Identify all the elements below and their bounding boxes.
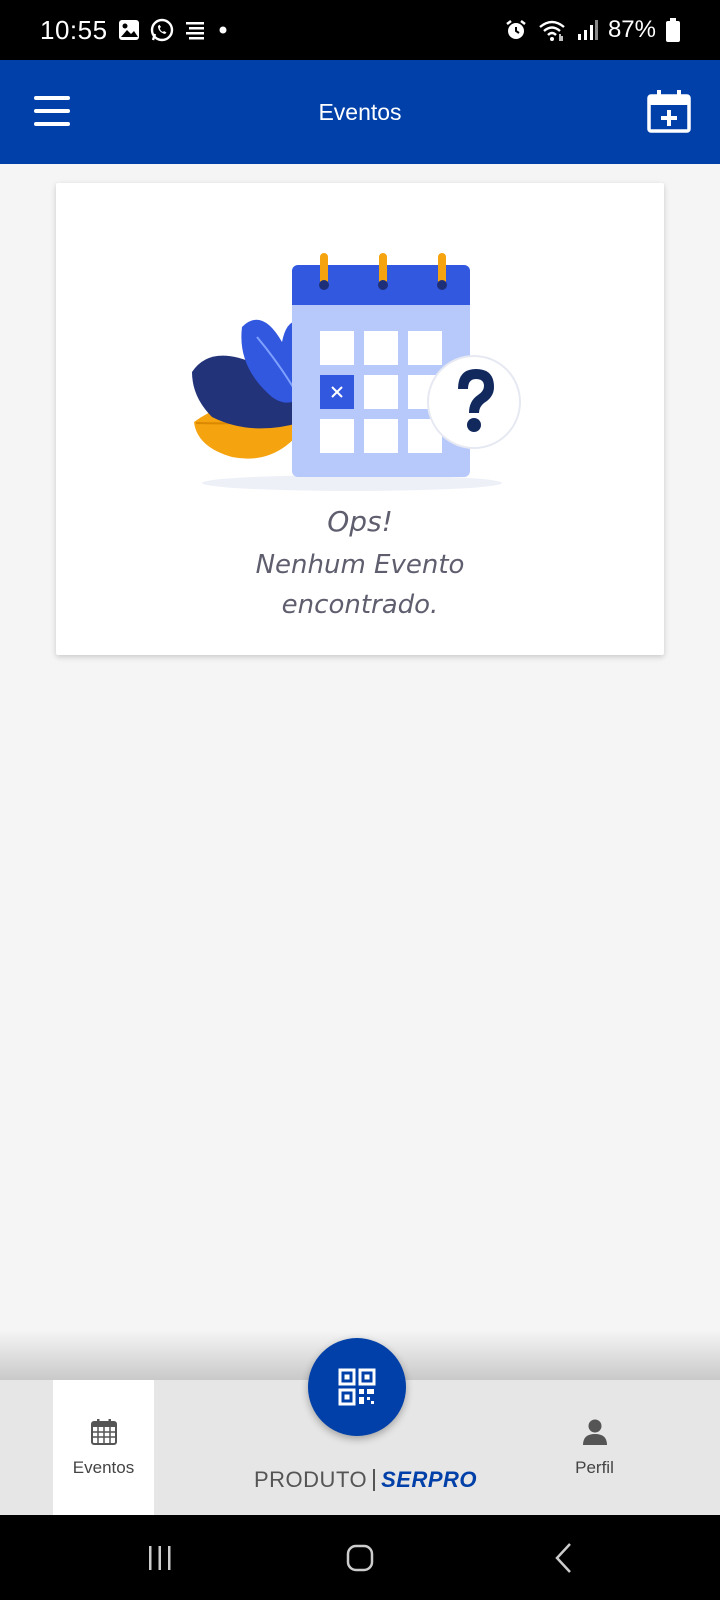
calendar-add-icon — [647, 90, 691, 133]
status-right: 87% — [504, 16, 680, 44]
empty-state-line1: Nenhum Evento — [255, 550, 465, 580]
calendar-question-illustration — [192, 253, 521, 491]
status-time: 10:55 — [40, 14, 108, 45]
dot-icon — [216, 23, 230, 37]
battery-icon — [666, 18, 680, 42]
empty-state-message: Nenhum Evento encontrado. — [56, 545, 664, 625]
brand-product: PRODUTO — [254, 1467, 368, 1492]
nav-label-perfil: Perfil — [575, 1457, 614, 1477]
add-event-button[interactable] — [646, 88, 692, 134]
page-title: Eventos — [318, 98, 402, 125]
brand-logo: PRODUTO SERPRO — [254, 1467, 477, 1493]
app-bar: Eventos — [0, 60, 720, 164]
home-icon — [346, 1544, 374, 1571]
status-bar: 10:55 87% — [0, 0, 720, 60]
empty-state-title: Ops! — [327, 505, 393, 538]
menu-button[interactable] — [34, 96, 70, 126]
back-icon — [555, 1542, 571, 1573]
gallery-icon — [118, 19, 140, 41]
person-icon — [582, 1419, 607, 1445]
battery-percentage: 87% — [607, 16, 656, 43]
brand-serpro: SERPRO — [381, 1467, 478, 1492]
recent-apps-icon — [149, 1545, 171, 1570]
whatsapp-icon — [150, 18, 174, 42]
signal-icon — [576, 19, 598, 41]
wifi-icon — [538, 18, 566, 42]
brand-separator — [373, 1469, 376, 1491]
notes-icon — [184, 19, 206, 41]
qr-code-button[interactable] — [308, 1338, 406, 1436]
nav-label-eventos: Eventos — [72, 1457, 135, 1477]
empty-state-card: Ops! Nenhum Evento encontrado. — [56, 183, 664, 655]
recent-apps-button[interactable] — [130, 1515, 190, 1600]
status-left: 10:55 — [40, 15, 230, 46]
screen: 10:55 87% Eventos Ops! Nenhum Evento enc… — [0, 0, 720, 1600]
menu-icon — [34, 96, 70, 100]
system-nav-bar — [0, 1515, 720, 1600]
empty-state-line2: encontrado. — [281, 590, 439, 620]
nav-item-perfil[interactable]: Perfil — [544, 1380, 645, 1515]
home-button[interactable] — [330, 1515, 390, 1600]
calendar-icon — [90, 1418, 117, 1445]
nav-item-eventos[interactable]: Eventos — [53, 1380, 154, 1515]
back-button[interactable] — [534, 1515, 594, 1600]
alarm-icon — [504, 18, 528, 42]
qr-code-icon — [338, 1368, 376, 1406]
